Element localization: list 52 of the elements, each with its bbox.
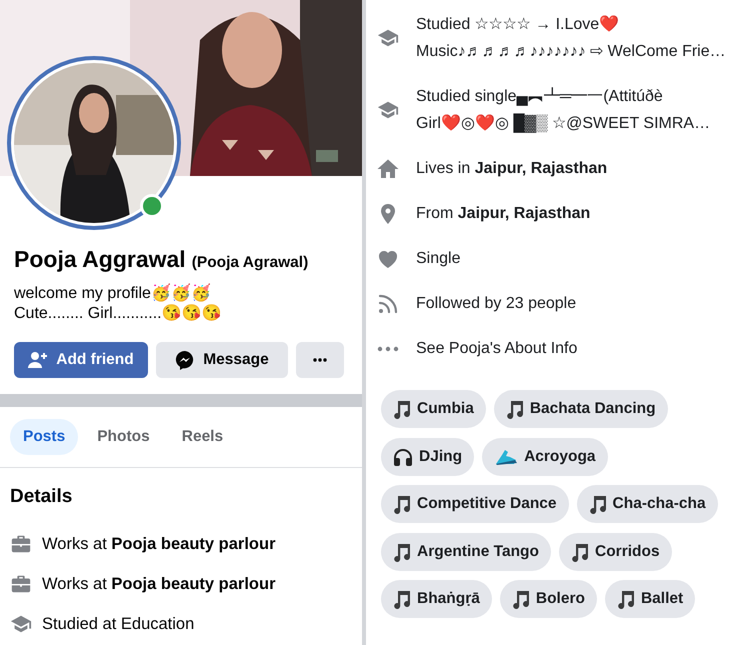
about-text: Followed by 23 people	[416, 294, 576, 314]
house-icon	[376, 156, 400, 180]
interest-chip[interactable]: Competitive Dance	[381, 485, 569, 523]
music-note-icon	[393, 542, 411, 562]
music-note-icon	[393, 399, 411, 419]
interest-chip[interactable]: Cha-cha-cha	[576, 485, 718, 523]
message-button[interactable]: Message	[156, 342, 288, 378]
music-note-icon	[571, 542, 589, 562]
music-note-icon	[616, 589, 635, 609]
interest-chip[interactable]: Cumbia	[381, 390, 486, 428]
about-text: Studied single▄︻┻═━一(Attitúðè Girl❤◎❤◎ █▓▒ ☆@SWEET SIMRA…	[416, 86, 710, 135]
profile-name: Pooja Aggrawal	[14, 246, 186, 273]
interest-chip[interactable]: Corridos	[559, 532, 672, 570]
detail-text: Studied at Education	[42, 614, 194, 634]
music-note-icon	[393, 589, 411, 609]
section-heading: Details	[10, 485, 74, 509]
briefcase-icon	[10, 533, 32, 555]
interest-chip[interactable]: Bhaṅgṛā	[381, 580, 492, 618]
graduation-cap-icon	[377, 99, 399, 121]
more-icon	[313, 358, 327, 362]
user-plus-icon	[28, 351, 48, 369]
about-text: From Jaipur, Rajasthan	[416, 204, 590, 224]
briefcase-icon	[10, 573, 32, 595]
interest-chip[interactable]: Bachata Dancing	[494, 390, 668, 428]
interest-chip[interactable]: DJing	[381, 438, 474, 476]
interest-chip[interactable]: Argentine Tango	[381, 532, 551, 570]
alternate-name: (Pooja Agrawal)	[192, 254, 308, 272]
music-note-icon	[512, 589, 530, 609]
detail-text: Works at Pooja beauty parlour	[42, 534, 276, 554]
detail-text: Works at Pooja beauty parlour	[42, 574, 276, 594]
about-info-link[interactable]: See Pooja's About Info	[416, 335, 578, 362]
more-dots-icon	[377, 346, 399, 352]
music-note-icon	[588, 494, 607, 514]
interest-chip[interactable]: Acroyoga	[482, 438, 608, 476]
tab[interactable]: Reels	[168, 419, 236, 455]
sneaker-icon	[494, 448, 518, 466]
headphones-icon	[393, 448, 413, 466]
bio-line: Cute........ Girl...........😘😘😘	[14, 304, 223, 324]
tab[interactable]: Posts	[10, 419, 78, 455]
about-text: Single	[416, 249, 460, 269]
bio-line: welcome my profile🥳🥳🥳	[14, 284, 212, 304]
interest-chip[interactable]: Bolero	[500, 580, 597, 618]
tab[interactable]: Photos	[84, 419, 163, 455]
interest-chip[interactable]: Ballet	[604, 580, 696, 618]
graduation-cap-icon	[10, 613, 32, 635]
music-note-icon	[506, 399, 524, 419]
graduation-cap-icon	[377, 27, 399, 49]
music-note-icon	[393, 494, 411, 514]
add-friend-button[interactable]: Add friend	[14, 342, 148, 378]
about-text: Studied ☆☆☆☆ → I.Love❤ Music♪♬♬♬♬♪♪♪♪♪♪♪ ⇨ WelCome Frie…	[416, 14, 726, 62]
messenger-icon	[175, 350, 196, 370]
about-text: Lives in Jaipur, Rajasthan	[416, 159, 608, 179]
